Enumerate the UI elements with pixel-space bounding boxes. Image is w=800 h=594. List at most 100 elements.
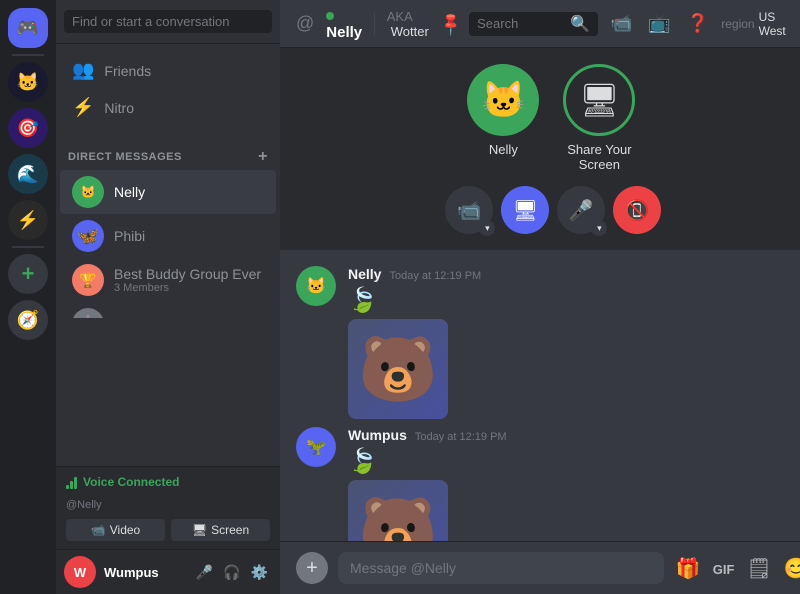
video-icon: 📹: [91, 523, 106, 537]
titlebar: @ Nelly AKA Wotter 📌 🔍 📹 📺 ❓ region US W…: [280, 0, 800, 48]
server-icon-1[interactable]: 🐱: [8, 62, 48, 102]
phibi-name: Phibi: [114, 228, 145, 244]
help-button[interactable]: ❓: [683, 9, 713, 38]
search-bar[interactable]: 🔍: [469, 12, 598, 36]
screen-label: Screen: [211, 523, 249, 537]
server-icon-4[interactable]: ⚡: [8, 200, 48, 240]
call-video-icon: 📹: [457, 198, 482, 223]
gif-button[interactable]: GIF: [711, 555, 737, 582]
friends-icon: 👥: [72, 60, 94, 81]
mute-dropdown-arrow: ▾: [591, 220, 607, 236]
add-attachment-button[interactable]: +: [296, 552, 328, 584]
nelly-msg-time: Today at 12:19 PM: [389, 270, 481, 282]
dm-navigation: 👥 Friends ⚡ Nitro: [56, 44, 280, 134]
dm-item-coc[interactable]: 🤖 Clyde's Other Cousin: [60, 302, 276, 318]
dm-item-nelly[interactable]: 🐱 Nelly: [60, 170, 276, 214]
headphones-button[interactable]: 🎧: [219, 560, 244, 585]
mute-button[interactable]: 🎤: [192, 560, 217, 585]
message-actions: 🎁 GIF 🗒 😊: [674, 554, 800, 583]
nelly-msg-author: Nelly: [348, 266, 381, 282]
gift-button[interactable]: 🎁: [674, 554, 703, 583]
server-sidebar: 🎮 🐱 🎯 🌊 ⚡ + 🧭: [0, 0, 56, 594]
voice-action-buttons: 📹 Video 🖥 Screen: [66, 519, 270, 541]
pin-icon: 📌: [437, 9, 465, 37]
nelly-msg-leaf: 🍃: [348, 286, 800, 315]
screen-share-avatar: 🖥: [563, 64, 635, 136]
nitro-icon: ⚡: [72, 97, 94, 118]
online-status-dot: [326, 12, 334, 20]
screen-share-button[interactable]: 🖥 Screen: [171, 519, 270, 541]
bbge-name: Best Buddy Group Ever: [114, 266, 261, 282]
friends-nav-item[interactable]: 👥 Friends: [60, 52, 276, 89]
friends-label: Friends: [104, 63, 151, 79]
screen-icon: 🖥: [192, 523, 207, 537]
region-label: region: [721, 17, 754, 31]
region-value: US West: [759, 10, 797, 38]
nelly-call-avatar: 🐱: [467, 64, 539, 136]
new-dm-button[interactable]: +: [258, 148, 268, 166]
hangup-icon: 📵: [625, 198, 650, 223]
dm-list: 🐱 Nelly 🦋 Phibi 🏆 Best Buddy Group Ever …: [56, 170, 280, 318]
emoji-button[interactable]: 😊: [782, 554, 800, 583]
server-icon-3[interactable]: 🌊: [8, 154, 48, 194]
dm-item-bbge[interactable]: 🏆 Best Buddy Group Ever 3 Members: [60, 258, 276, 302]
call-mute-icon: 🎤: [569, 198, 594, 223]
message-input[interactable]: [338, 552, 664, 584]
dm-section-header: DIRECT MESSAGES +: [56, 134, 280, 170]
dm-search-input[interactable]: [64, 10, 272, 33]
aka-name: Wotter: [391, 24, 429, 39]
add-server-button[interactable]: +: [8, 254, 48, 294]
region-info: region US West ▼: [721, 10, 800, 38]
call-screen-button[interactable]: 🖥: [501, 186, 549, 234]
gif-icon: GIF: [713, 562, 735, 577]
call-hangup-button[interactable]: 📵: [613, 186, 661, 234]
voice-status: Voice Connected: [66, 475, 270, 489]
main-content: @ Nelly AKA Wotter 📌 🔍 📹 📺 ❓ region US W…: [280, 0, 800, 594]
message-nelly: 🐱 Nelly Today at 12:19 PM 🍃 🐻: [296, 266, 800, 419]
explore-public-servers-button[interactable]: 🧭: [8, 300, 48, 340]
dm-item-phibi[interactable]: 🦋 Phibi: [60, 214, 276, 258]
message-input-bar: + 🎁 GIF 🗒 😊: [280, 541, 800, 594]
sidebar-spacer: [56, 318, 280, 466]
wumpus-msg-time: Today at 12:19 PM: [415, 431, 507, 443]
nelly-msg-sticker: 🐻: [348, 319, 448, 419]
dm-section-title: DIRECT MESSAGES: [68, 151, 182, 163]
plus-icon: +: [306, 557, 318, 580]
nelly-call-name: Nelly: [489, 142, 518, 157]
call-controls: 📹 ▾ 🖥 🎤 ▾ 📵: [445, 186, 661, 234]
nitro-nav-item[interactable]: ⚡ Nitro: [60, 89, 276, 126]
server-divider-2: [12, 246, 44, 248]
nelly-msg-avatar: 🐱: [296, 266, 336, 306]
call-mute-button[interactable]: 🎤 ▾: [557, 186, 605, 234]
voice-connected-panel: Voice Connected @Nelly 📹 Video 🖥 Screen: [56, 466, 280, 549]
nelly-name: Nelly: [114, 184, 145, 200]
call-screen-icon: 🖥: [513, 198, 538, 223]
discord-home-icon[interactable]: 🎮: [8, 8, 48, 48]
call-participant-screen: 🖥 Share Your Screen: [559, 64, 639, 172]
wumpus-msg-avatar: 🦖: [296, 427, 336, 467]
search-input[interactable]: [477, 16, 564, 31]
nelly-avatar: 🐱: [72, 176, 104, 208]
call-participants: 🐱 Nelly 🖥 Share Your Screen: [467, 64, 639, 172]
dm-search-bar[interactable]: [56, 0, 280, 44]
nelly-msg-content: Nelly Today at 12:19 PM 🍃 🐻: [348, 266, 800, 419]
coc-avatar: 🤖: [72, 308, 104, 318]
server-icon-2[interactable]: 🎯: [8, 108, 48, 148]
wumpus-msg-sticker: 🐻: [348, 480, 448, 541]
video-call-button[interactable]: 📹: [606, 9, 636, 38]
settings-button[interactable]: ⚙️: [247, 560, 272, 585]
search-icon: 🔍: [570, 14, 590, 34]
wumpus-msg-author: Wumpus: [348, 427, 407, 443]
call-button[interactable]: 📺: [644, 9, 674, 38]
sticker-button[interactable]: 🗒: [744, 554, 773, 583]
user-avatar: W: [64, 556, 96, 588]
bbge-subtitle: 3 Members: [114, 282, 261, 294]
nitro-label: Nitro: [104, 100, 134, 116]
server-divider: [12, 54, 44, 56]
messages-area: 🐱 Nelly Today at 12:19 PM 🍃 🐻 🦖 Wumpu: [280, 250, 800, 541]
video-button[interactable]: 📹 Video: [66, 519, 165, 541]
wumpus-msg-leaf: 🍃: [348, 447, 800, 476]
call-video-button[interactable]: 📹 ▾: [445, 186, 493, 234]
aka-label: AKA Wotter: [387, 9, 429, 39]
wumpus-msg-content: Wumpus Today at 12:19 PM 🍃 🐻: [348, 427, 800, 541]
